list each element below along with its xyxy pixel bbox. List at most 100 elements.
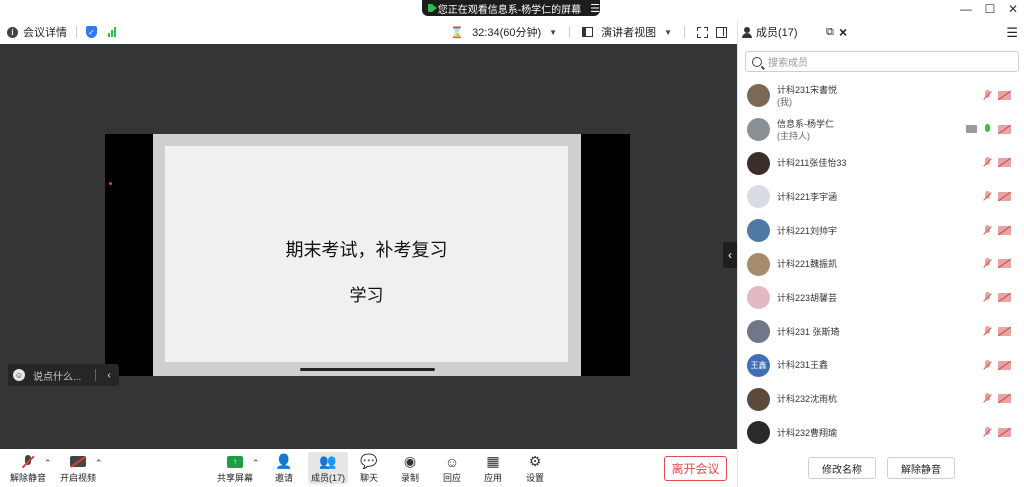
avatar [747, 387, 770, 411]
chevron-up-icon[interactable]: ⌃ [95, 458, 103, 469]
apps-label: 应用 [484, 473, 503, 483]
video-off-icon [70, 455, 86, 468]
video-off-icon[interactable] [998, 292, 1011, 303]
mic-off-icon[interactable] [983, 426, 992, 438]
mic-off-icon[interactable] [983, 90, 992, 101]
view-mode-button[interactable]: 演讲者视图 [601, 24, 656, 40]
video-stage: 期末考试，补考复习 学习 ‹ ☺ 说点什么... ‹ [0, 44, 737, 449]
emoji-icon[interactable]: ☺ [13, 369, 25, 381]
member-name: 计科231宋書悦 [777, 84, 838, 95]
member-list: 计科231宋書悦 (我) 信息系-杨学仁 (主持人) 计科211张佳怡33 计科22… [738, 79, 1024, 450]
mic-off-icon[interactable] [983, 292, 992, 303]
control-bar: 解除静音 ⌃ 开启视频 ⌃ ↑ 共享屏幕 ⌃ 👤 邀请 👥 成员(17) 💬 聊… [0, 449, 737, 487]
share-screen-button[interactable]: ↑ 共享屏幕 [217, 452, 253, 484]
mic-on-icon[interactable] [983, 123, 992, 135]
members-button[interactable]: 👥 成员(17) [308, 452, 349, 484]
avatar [747, 151, 770, 175]
member-row[interactable]: 计科232曹翔瑜 [738, 416, 1024, 450]
person-icon [742, 26, 752, 38]
maximize-icon[interactable]: ☐ [982, 2, 998, 16]
add-user-icon: 👤 [275, 453, 293, 469]
mic-off-icon[interactable] [983, 258, 992, 269]
apps-button[interactable]: ▦ 应用 [484, 452, 502, 484]
member-row[interactable]: 计科211张佳怡33 [738, 146, 1024, 180]
video-off-icon[interactable] [998, 326, 1011, 337]
member-search-input[interactable]: 搜索成员 [745, 51, 1019, 72]
video-off-icon[interactable] [998, 191, 1011, 202]
leave-meeting-button[interactable]: 离开会议 [664, 456, 727, 481]
share-banner-text: 您正在观看信息系-杨学仁的屏幕 [437, 4, 582, 16]
collapse-panel-button[interactable]: ‹ [723, 242, 737, 268]
member-name: 信息系-杨学仁 [777, 118, 834, 129]
close-window-icon[interactable]: ✕ [1005, 2, 1021, 16]
gear-icon: ⚙ [528, 453, 542, 469]
hourglass-icon: ⌛ [450, 26, 465, 39]
chat-label: 聊天 [360, 473, 379, 483]
invite-label: 邀请 [275, 473, 294, 483]
popout-icon[interactable]: ⧉ [826, 26, 834, 39]
mic-off-icon[interactable] [983, 325, 992, 337]
mic-off-icon[interactable] [983, 191, 992, 202]
video-off-icon[interactable] [998, 259, 1011, 269]
video-off-icon[interactable] [998, 158, 1011, 168]
close-icon[interactable]: × [839, 24, 847, 40]
chat-button[interactable]: 💬 聊天 [360, 452, 378, 484]
unmute-button[interactable]: 解除静音 [10, 452, 46, 484]
member-name: 计科211张佳怡33 [777, 158, 847, 169]
video-off-icon[interactable] [998, 427, 1011, 438]
chevron-up-icon[interactable]: ⌃ [252, 458, 260, 469]
chevron-left-icon[interactable]: ‹ [107, 370, 110, 381]
screen-share-banner[interactable]: 您正在观看信息系-杨学仁的屏幕 ☰ [422, 0, 600, 16]
member-row[interactable]: 计科223胡馨芸 [738, 281, 1024, 315]
signal-icon[interactable] [108, 27, 116, 37]
start-video-button[interactable]: 开启视频 [60, 452, 96, 484]
video-off-icon[interactable] [998, 124, 1011, 134]
mic-off-icon[interactable] [983, 224, 992, 236]
shared-screen: 期末考试，补考复习 学习 [105, 134, 630, 376]
meeting-info-link[interactable]: 会议详情 [23, 24, 67, 40]
video-off-icon[interactable] [998, 360, 1011, 370]
member-row[interactable]: 计科231 张斯琦 [738, 315, 1024, 349]
avatar [747, 252, 770, 276]
menu-icon[interactable]: ☰ [590, 2, 600, 15]
slide-title: 期末考试，补考复习 [285, 240, 448, 261]
mic-off-icon[interactable] [983, 359, 992, 371]
mic-off-icon[interactable] [983, 157, 992, 168]
settings-label: 设置 [526, 473, 545, 483]
member-row[interactable]: 计科221刘帅宇 [738, 214, 1024, 248]
settings-button[interactable]: ⚙ 设置 [526, 452, 544, 484]
video-off-icon[interactable] [998, 393, 1011, 404]
search-placeholder: 搜索成员 [768, 58, 808, 69]
mic-off-icon[interactable] [983, 393, 992, 404]
video-off-icon[interactable] [998, 225, 1011, 235]
panel-title: 成员(17) [756, 27, 798, 39]
member-row[interactable]: 计科232沈雨杭 [738, 382, 1024, 416]
member-row[interactable]: 计科231宋書悦 (我) [738, 79, 1024, 113]
member-row[interactable]: 王鑫 计科231王鑫 [738, 349, 1024, 383]
avatar [747, 185, 770, 209]
chevron-up-icon[interactable]: ⌃ [44, 458, 52, 469]
chevron-down-icon[interactable]: ▼ [664, 28, 672, 37]
fullscreen-icon[interactable] [697, 26, 708, 38]
video-off-icon[interactable] [998, 90, 1011, 101]
chat-icon: 💬 [360, 453, 378, 469]
unmute-all-button[interactable]: 解除静音 [887, 457, 955, 479]
screen-share-icon [966, 125, 977, 134]
reactions-button[interactable]: ☺ 回应 [443, 452, 461, 484]
record-button[interactable]: ◉ 录制 [401, 452, 419, 484]
avatar: 王鑫 [747, 353, 770, 377]
member-row[interactable]: 计科221魏振凯 [738, 247, 1024, 281]
divider [95, 369, 97, 381]
shield-icon[interactable]: ✓ [86, 26, 97, 38]
slide-frame: 期末考试，补考复习 学习 [153, 134, 581, 376]
quick-chat-input[interactable]: ☺ 说点什么... ‹ [8, 364, 119, 386]
minimize-icon[interactable]: — [958, 2, 974, 16]
member-row[interactable]: 信息系-杨学仁 (主持人) [738, 113, 1024, 147]
member-row[interactable]: 计科221李宇涵 [738, 180, 1024, 214]
invite-button[interactable]: 👤 邀请 [275, 452, 293, 484]
rename-button[interactable]: 修改名称 [808, 457, 876, 479]
chevron-down-icon[interactable]: ▼ [549, 28, 557, 37]
slide-subtitle: 学习 [349, 286, 384, 306]
hamburger-icon[interactable]: ☰ [1006, 25, 1018, 41]
toggle-panel-icon[interactable] [716, 26, 727, 38]
